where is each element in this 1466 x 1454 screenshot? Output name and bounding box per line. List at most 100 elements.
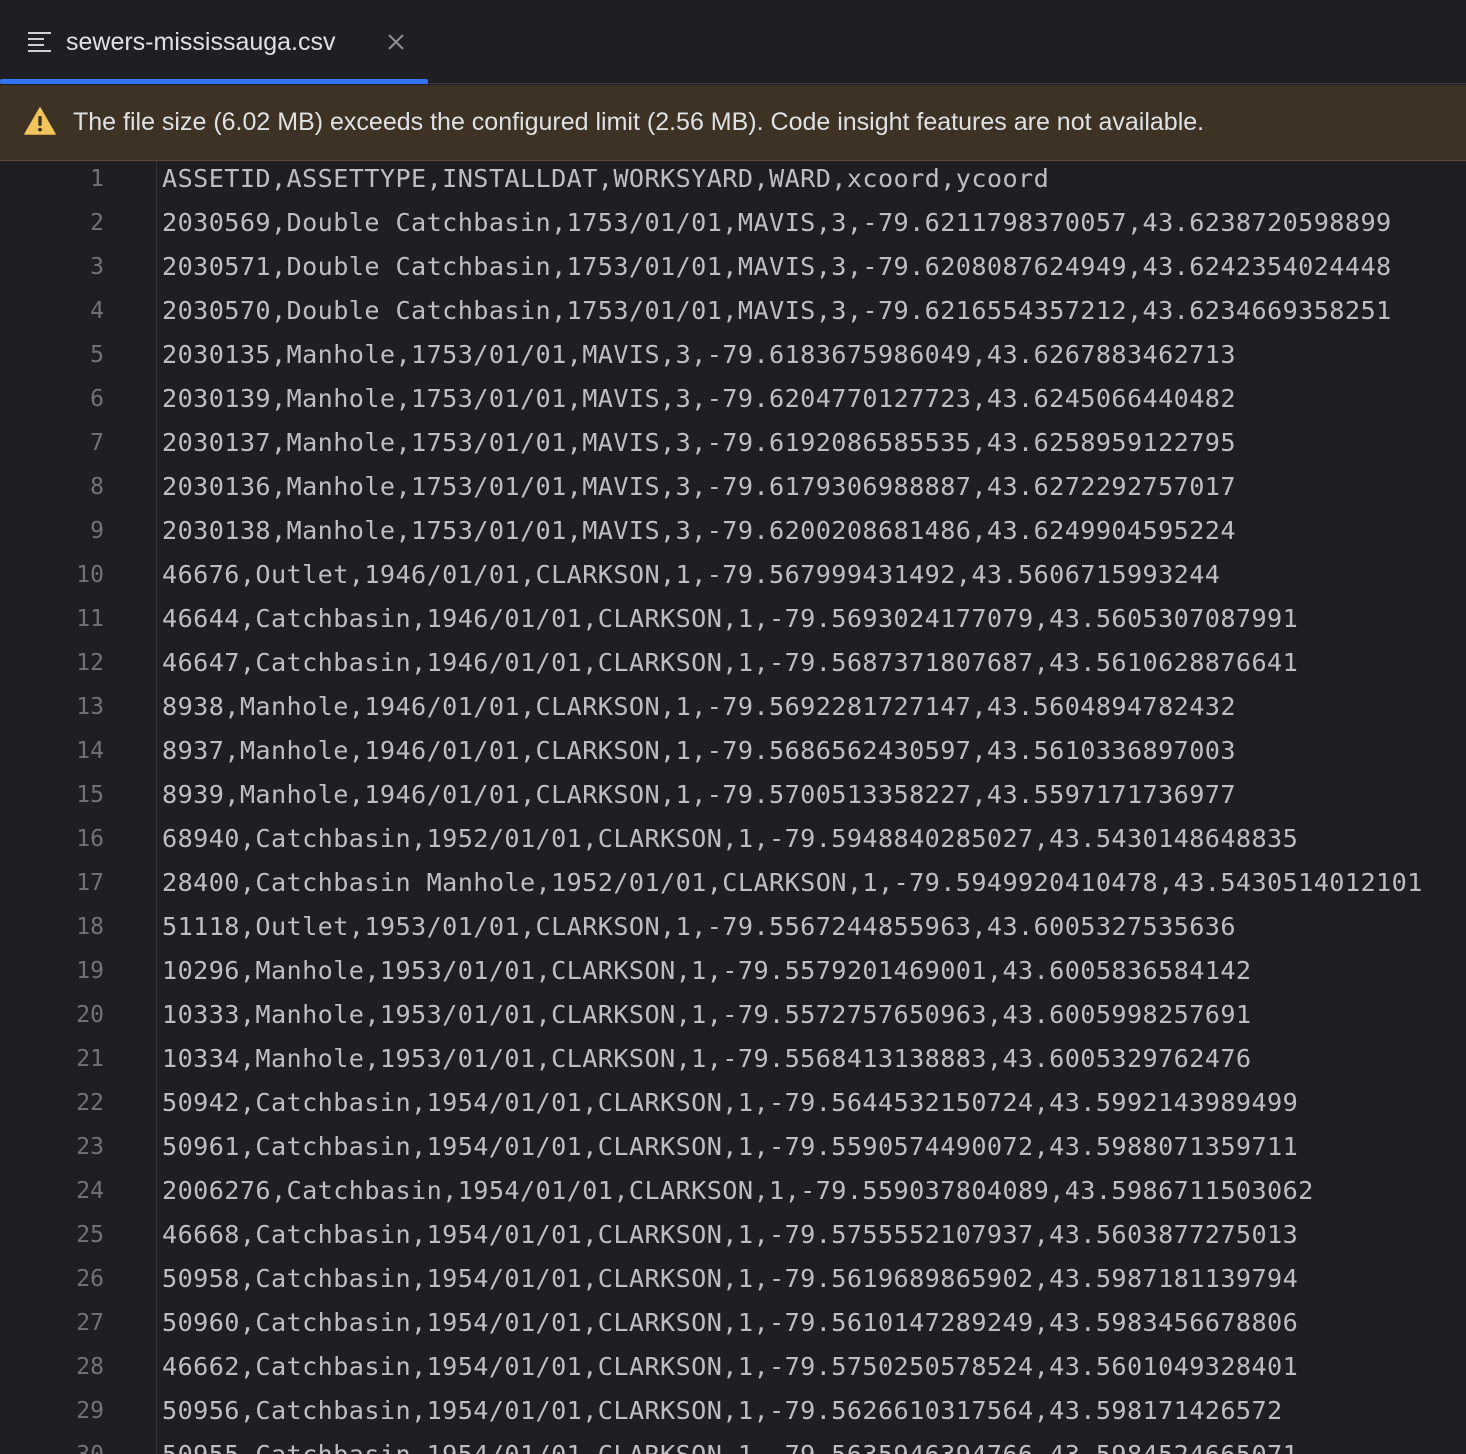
line-number: 26 xyxy=(76,1266,104,1292)
file-size-warning-banner: The file size (6.02 MB) exceeds the conf… xyxy=(0,85,1466,161)
editor-line[interactable]: 1 ASSETID,ASSETTYPE,INSTALLDAT,WORKSYARD,… xyxy=(0,161,1466,205)
code-line-text[interactable]: 46676,Outlet,1946/01/01,CLARKSON,1,-79.5… xyxy=(162,557,1220,593)
tab-sewers-csv[interactable]: sewers-mississauga.csv xyxy=(0,0,428,84)
line-number: 6 xyxy=(90,386,104,412)
code-line-text[interactable]: 2030570,Double Catchbasin,1753/01/01,MAV… xyxy=(162,293,1392,329)
line-number: 18 xyxy=(76,914,104,940)
line-number: 27 xyxy=(76,1310,104,1336)
editor-line[interactable]: 20 10333,Manhole,1953/01/01,CLARKSON,1,-7… xyxy=(0,997,1466,1041)
code-line-text[interactable]: 50958,Catchbasin,1954/01/01,CLARKSON,1,-… xyxy=(162,1261,1298,1297)
editor-line[interactable]: 6 2030139,Manhole,1753/01/01,MAVIS,3,-79.… xyxy=(0,381,1466,425)
code-line-text[interactable]: 50961,Catchbasin,1954/01/01,CLARKSON,1,-… xyxy=(162,1129,1298,1165)
line-number: 20 xyxy=(76,1002,104,1028)
editor-line[interactable]: 27 50960,Catchbasin,1954/01/01,CLARKSON,1… xyxy=(0,1305,1466,1349)
code-line-text[interactable]: 2030136,Manhole,1753/01/01,MAVIS,3,-79.6… xyxy=(162,469,1236,505)
code-line-text[interactable]: 2030135,Manhole,1753/01/01,MAVIS,3,-79.6… xyxy=(162,337,1236,373)
editor-line[interactable]: 16 68940,Catchbasin,1952/01/01,CLARKSON,1… xyxy=(0,821,1466,865)
code-line-text[interactable]: 2030139,Manhole,1753/01/01,MAVIS,3,-79.6… xyxy=(162,381,1236,417)
code-line-text[interactable]: 68940,Catchbasin,1952/01/01,CLARKSON,1,-… xyxy=(162,821,1298,857)
line-number: 17 xyxy=(76,870,104,896)
editor-line[interactable]: 25 46668,Catchbasin,1954/01/01,CLARKSON,1… xyxy=(0,1217,1466,1261)
code-line-text[interactable]: 10333,Manhole,1953/01/01,CLARKSON,1,-79.… xyxy=(162,997,1252,1033)
editor-line[interactable]: 26 50958,Catchbasin,1954/01/01,CLARKSON,1… xyxy=(0,1261,1466,1305)
code-line-text[interactable]: 8938,Manhole,1946/01/01,CLARKSON,1,-79.5… xyxy=(162,689,1236,725)
code-line-text[interactable]: 46644,Catchbasin,1946/01/01,CLARKSON,1,-… xyxy=(162,601,1298,637)
editor-area[interactable]: 1 ASSETID,ASSETTYPE,INSTALLDAT,WORKSYARD,… xyxy=(0,161,1466,1454)
text-lines-icon xyxy=(28,31,52,53)
editor-line[interactable]: 5 2030135,Manhole,1753/01/01,MAVIS,3,-79.… xyxy=(0,337,1466,381)
line-number: 25 xyxy=(76,1222,104,1248)
line-number: 23 xyxy=(76,1134,104,1160)
editor-line[interactable]: 13 8938,Manhole,1946/01/01,CLARKSON,1,-79… xyxy=(0,689,1466,733)
editor-line[interactable]: 9 2030138,Manhole,1753/01/01,MAVIS,3,-79.… xyxy=(0,513,1466,557)
line-number: 19 xyxy=(76,958,104,984)
line-number: 14 xyxy=(76,738,104,764)
line-number: 30 xyxy=(0,1437,104,1454)
code-line-text[interactable]: 10296,Manhole,1953/01/01,CLARKSON,1,-79.… xyxy=(162,953,1252,989)
line-number: 24 xyxy=(76,1178,104,1204)
code-line-text[interactable]: 46647,Catchbasin,1946/01/01,CLARKSON,1,-… xyxy=(162,645,1298,681)
code-line-text[interactable]: 2030138,Manhole,1753/01/01,MAVIS,3,-79.6… xyxy=(162,513,1236,549)
code-line-text[interactable]: 50955,Catchbasin,1954/01/01,CLARKSON,1,-… xyxy=(162,1437,1298,1454)
line-number: 9 xyxy=(90,518,104,544)
editor-line[interactable]: 10 46676,Outlet,1946/01/01,CLARKSON,1,-79… xyxy=(0,557,1466,601)
line-number: 8 xyxy=(90,474,104,500)
editor-line[interactable]: 11 46644,Catchbasin,1946/01/01,CLARKSON,1… xyxy=(0,601,1466,645)
code-line-text[interactable]: 50956,Catchbasin,1954/01/01,CLARKSON,1,-… xyxy=(162,1393,1283,1429)
code-line-text[interactable]: 50960,Catchbasin,1954/01/01,CLARKSON,1,-… xyxy=(162,1305,1298,1341)
active-tab-indicator xyxy=(0,79,428,84)
code-line-text[interactable]: 2006276,Catchbasin,1954/01/01,CLARKSON,1… xyxy=(162,1173,1314,1209)
editor-line[interactable]: 21 10334,Manhole,1953/01/01,CLARKSON,1,-7… xyxy=(0,1041,1466,1085)
line-number: 29 xyxy=(76,1398,104,1424)
editor-line[interactable]: 4 2030570,Double Catchbasin,1753/01/01,MA… xyxy=(0,293,1466,337)
editor-line[interactable]: 7 2030137,Manhole,1753/01/01,MAVIS,3,-79.… xyxy=(0,425,1466,469)
editor-line[interactable]: 17 28400,Catchbasin Manhole,1952/01/01,CL… xyxy=(0,865,1466,909)
editor-line[interactable]: 12 46647,Catchbasin,1946/01/01,CLARKSON,1… xyxy=(0,645,1466,689)
warning-message: The file size (6.02 MB) exceeds the conf… xyxy=(73,108,1205,136)
tab-bar: sewers-mississauga.csv xyxy=(0,0,1466,84)
code-line-text[interactable]: 46668,Catchbasin,1954/01/01,CLARKSON,1,-… xyxy=(162,1217,1298,1253)
line-number: 5 xyxy=(90,342,104,368)
editor-line[interactable]: 18 51118,Outlet,1953/01/01,CLARKSON,1,-79… xyxy=(0,909,1466,953)
line-number: 13 xyxy=(76,694,104,720)
editor-line[interactable]: 29 50956,Catchbasin,1954/01/01,CLARKSON,1… xyxy=(0,1393,1466,1437)
editor-line[interactable]: 14 8937,Manhole,1946/01/01,CLARKSON,1,-79… xyxy=(0,733,1466,777)
editor-line[interactable]: 30 50955,Catchbasin,1954/01/01,CLARKSON,1… xyxy=(0,1437,1466,1454)
editor-line[interactable]: 2 2030569,Double Catchbasin,1753/01/01,MA… xyxy=(0,205,1466,249)
line-number: 28 xyxy=(76,1354,104,1380)
code-line-text[interactable]: 51118,Outlet,1953/01/01,CLARKSON,1,-79.5… xyxy=(162,909,1236,945)
editor-line[interactable]: 28 46662,Catchbasin,1954/01/01,CLARKSON,1… xyxy=(0,1349,1466,1393)
code-line-text[interactable]: 10334,Manhole,1953/01/01,CLARKSON,1,-79.… xyxy=(162,1041,1252,1077)
code-line-text[interactable]: 8937,Manhole,1946/01/01,CLARKSON,1,-79.5… xyxy=(162,733,1236,769)
tab-title: sewers-mississauga.csv xyxy=(66,28,336,56)
line-number: 4 xyxy=(90,298,104,324)
editor-line[interactable]: 22 50942,Catchbasin,1954/01/01,CLARKSON,1… xyxy=(0,1085,1466,1129)
warning-icon xyxy=(24,107,56,135)
code-line-text[interactable]: ASSETID,ASSETTYPE,INSTALLDAT,WORKSYARD,W… xyxy=(162,161,1049,197)
line-number: 21 xyxy=(76,1046,104,1072)
line-number: 2 xyxy=(90,210,104,236)
close-icon[interactable] xyxy=(385,31,407,53)
editor-line[interactable]: 8 2030136,Manhole,1753/01/01,MAVIS,3,-79.… xyxy=(0,469,1466,513)
editor-line[interactable]: 3 2030571,Double Catchbasin,1753/01/01,MA… xyxy=(0,249,1466,293)
code-line-text[interactable]: 50942,Catchbasin,1954/01/01,CLARKSON,1,-… xyxy=(162,1085,1298,1121)
code-line-text[interactable]: 8939,Manhole,1946/01/01,CLARKSON,1,-79.5… xyxy=(162,777,1236,813)
line-number: 10 xyxy=(76,562,104,588)
line-number: 11 xyxy=(76,606,104,632)
editor-line[interactable]: 23 50961,Catchbasin,1954/01/01,CLARKSON,1… xyxy=(0,1129,1466,1173)
line-number: 12 xyxy=(76,650,104,676)
code-line-text[interactable]: 2030137,Manhole,1753/01/01,MAVIS,3,-79.6… xyxy=(162,425,1236,461)
line-number: 16 xyxy=(76,826,104,852)
line-number: 7 xyxy=(90,430,104,456)
code-line-text[interactable]: 46662,Catchbasin,1954/01/01,CLARKSON,1,-… xyxy=(162,1349,1298,1385)
line-number: 22 xyxy=(76,1090,104,1116)
line-number: 15 xyxy=(76,782,104,808)
line-number: 1 xyxy=(90,166,104,192)
code-line-text[interactable]: 2030571,Double Catchbasin,1753/01/01,MAV… xyxy=(162,249,1392,285)
editor-line[interactable]: 19 10296,Manhole,1953/01/01,CLARKSON,1,-7… xyxy=(0,953,1466,997)
editor-line[interactable]: 15 8939,Manhole,1946/01/01,CLARKSON,1,-79… xyxy=(0,777,1466,821)
line-number: 3 xyxy=(90,254,104,280)
editor-line[interactable]: 24 2006276,Catchbasin,1954/01/01,CLARKSON… xyxy=(0,1173,1466,1217)
code-line-text[interactable]: 28400,Catchbasin Manhole,1952/01/01,CLAR… xyxy=(162,865,1423,901)
code-line-text[interactable]: 2030569,Double Catchbasin,1753/01/01,MAV… xyxy=(162,205,1392,241)
